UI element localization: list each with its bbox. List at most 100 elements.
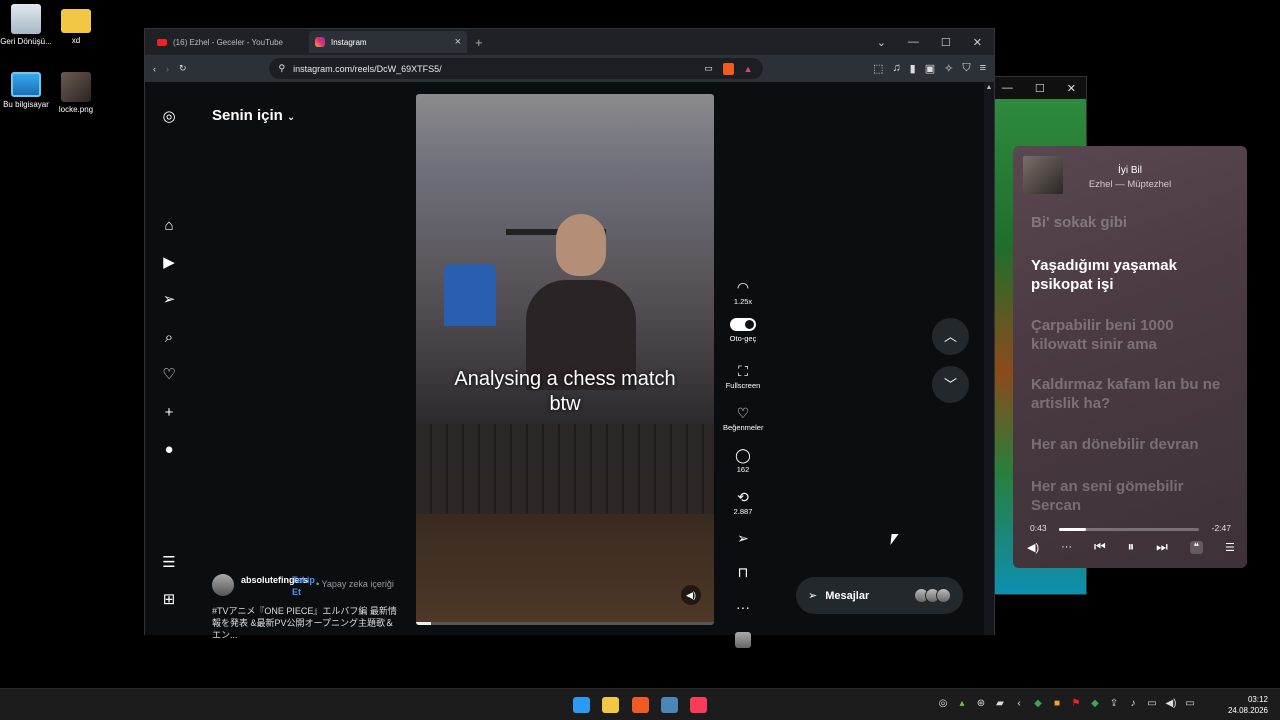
windows-start-icon[interactable] <box>573 697 590 713</box>
close-tab-icon[interactable]: × <box>455 36 461 48</box>
seek-bar[interactable] <box>1059 528 1199 531</box>
lyric-line[interactable]: Her an seni gömebilir Sercan <box>1031 477 1221 515</box>
video-progress-bar[interactable] <box>416 622 714 625</box>
microphone-icon[interactable]: ♪ <box>1127 698 1139 709</box>
desktop-icon-this-pc[interactable]: Bu bilgisayar <box>0 72 52 109</box>
volume-icon[interactable]: ◀) <box>681 585 701 605</box>
tray-app-icon[interactable]: ◎ <box>937 698 949 709</box>
notifications-heart-icon[interactable]: ♡ <box>161 367 177 383</box>
reload-icon[interactable]: ↻ <box>179 63 187 74</box>
lyrics-icon[interactable]: ❝ <box>1189 540 1204 554</box>
url-input[interactable]: ⚲ instagram.com/reels/DcW_69XTFS5/ ▭ ▲ <box>268 58 763 79</box>
feed-selector[interactable]: Senin için ⌄ <box>212 107 295 124</box>
lyric-line[interactable]: Yaşadığımı yaşamak psikopat işi <box>1031 256 1221 294</box>
lyric-line[interactable]: Kaldırmaz kafam lan bu ne artislik ha? <box>1031 375 1221 413</box>
maximize-icon[interactable]: ☐ <box>941 36 951 49</box>
home-icon[interactable]: ⌂ <box>161 218 177 234</box>
tray-app-icon[interactable]: ▴ <box>956 698 968 709</box>
tray-app-icon[interactable]: ◆ <box>1032 698 1044 709</box>
share-button[interactable]: ➢ <box>723 530 763 548</box>
back-icon[interactable]: ‹ <box>153 64 156 74</box>
forward-icon[interactable]: › <box>166 64 169 74</box>
reels-icon[interactable]: ▶ <box>161 255 177 271</box>
close-icon[interactable]: ✕ <box>1067 82 1076 95</box>
game-app-icon[interactable] <box>661 697 678 713</box>
tray-app-icon[interactable]: ⚑ <box>1070 698 1082 709</box>
audio-thumbnail[interactable] <box>723 632 763 652</box>
menu-icon[interactable]: ≡ <box>980 62 986 75</box>
tray-app-icon[interactable]: ■ <box>1051 698 1063 709</box>
more-horizontal-icon[interactable]: ··· <box>1061 541 1072 553</box>
like-button[interactable]: ♡ Beğenmeler <box>723 405 763 432</box>
instagram-logo-icon[interactable]: ◎ <box>161 109 177 125</box>
tray-app-icon[interactable]: ‹ <box>1013 698 1025 709</box>
previous-reel-button[interactable]: ︿ <box>932 318 969 355</box>
also-from-meta-icon[interactable]: ⊞ <box>161 592 177 608</box>
post-caption[interactable]: #TVアニメ『ONE PIECE』エルバフ編 最新情報を発表 &最新PV公開オー… <box>212 605 402 641</box>
repost-button[interactable]: ⟲ 2.887 <box>723 489 763 516</box>
leo-ai-icon[interactable]: ✧ <box>944 62 953 75</box>
next-track-icon[interactable]: ⏭ <box>1156 539 1168 555</box>
cast-icon[interactable]: ▭ <box>704 63 713 74</box>
messages-button[interactable]: ➢ Mesajlar <box>796 577 963 614</box>
clock[interactable]: 03:12 24.08.2026 <box>1228 694 1268 716</box>
image-file-icon <box>61 72 91 102</box>
more-menu-icon[interactable]: ☰ <box>161 555 177 571</box>
tab-youtube[interactable]: (16) Ezhel - Geceler - YouTube <box>151 31 309 53</box>
sidebar-icon[interactable]: ▮ <box>910 62 916 75</box>
minimize-icon[interactable]: — <box>1002 82 1013 94</box>
queue-list-icon[interactable]: ☰ <box>1225 541 1235 554</box>
speed-button[interactable]: ◠ 1.25x <box>723 279 763 306</box>
network-icon[interactable]: ▭ <box>1146 698 1158 709</box>
author-avatar[interactable] <box>212 574 234 596</box>
fullscreen-button[interactable]: ⛶ Fullscreen <box>723 363 763 390</box>
volume-icon[interactable]: ◀) <box>1165 698 1177 709</box>
brave-browser-icon[interactable] <box>632 697 649 713</box>
comment-button[interactable]: ◯ 162 <box>723 447 763 474</box>
page-scrollbar[interactable]: ▲ <box>984 82 994 635</box>
follow-button[interactable]: Takip Et <box>292 574 315 598</box>
vpn-icon[interactable]: ⛉ <box>962 62 970 75</box>
extensions-icon[interactable]: ⬚ <box>873 62 883 75</box>
author-username[interactable]: absolutefingers <box>241 574 308 586</box>
computer-icon <box>11 72 41 97</box>
lyric-line[interactable]: Çarpabilir beni 1000 kilowatt sinir ama <box>1031 316 1221 354</box>
save-button[interactable]: ⊓ <box>723 564 763 582</box>
search-icon[interactable]: ⌕ <box>161 330 177 346</box>
apple-music-icon[interactable] <box>690 697 707 713</box>
volume-icon[interactable]: ◀) <box>1027 541 1039 554</box>
tab-instagram[interactable]: Instagram × <box>309 31 467 53</box>
autoplay-toggle[interactable]: Oto-geç <box>723 318 763 343</box>
tray-app-icon[interactable]: ⇪ <box>1108 698 1120 709</box>
fullscreen-label: Fullscreen <box>725 381 761 390</box>
tray-app-icon[interactable]: ◆ <box>1089 698 1101 709</box>
new-tab-button[interactable]: + <box>475 35 483 50</box>
wallet-icon[interactable]: ▣ <box>925 62 935 75</box>
scroll-up-icon[interactable]: ▲ <box>984 84 994 91</box>
direct-message-icon[interactable]: ➢ <box>161 292 177 308</box>
music-icon[interactable]: ♫ <box>892 62 900 75</box>
lyric-line[interactable]: Bi' sokak gibi <box>1031 213 1221 232</box>
site-info-icon[interactable]: ⚲ <box>279 63 286 74</box>
next-reel-button[interactable]: ﹀ <box>932 366 969 403</box>
previous-track-icon[interactable]: ⏮ <box>1094 539 1106 555</box>
tray-app-icon[interactable]: ▰ <box>994 698 1006 709</box>
minimize-icon[interactable]: — <box>908 36 919 49</box>
brave-rewards-icon[interactable]: ▲ <box>744 64 753 74</box>
maximize-icon[interactable]: ☐ <box>1035 82 1045 95</box>
close-icon[interactable]: ✕ <box>973 36 982 49</box>
reel-video[interactable]: Analysing a chess match btw ◀) <box>416 94 714 625</box>
pause-icon[interactable]: ⏸ <box>1128 539 1135 555</box>
more-options-button[interactable]: ··· <box>723 599 763 617</box>
brave-shields-icon[interactable] <box>722 62 734 75</box>
desktop-icon-folder-xd[interactable]: xd <box>50 6 102 45</box>
profile-avatar[interactable]: ● <box>161 442 177 458</box>
tab-search-icon[interactable]: ⌄ <box>877 36 886 49</box>
file-explorer-icon[interactable] <box>602 697 619 713</box>
desktop-icon-locke-png[interactable]: locke.png <box>50 72 102 114</box>
battery-icon[interactable]: ▭ <box>1184 698 1196 709</box>
lyric-line[interactable]: Her an dönebilir devran <box>1031 435 1221 454</box>
create-plus-icon[interactable]: + <box>161 405 177 421</box>
desktop-icon-recycle-bin[interactable]: Geri Dönüşü... <box>0 4 52 46</box>
tray-app-icon[interactable]: ⊛ <box>975 698 987 709</box>
